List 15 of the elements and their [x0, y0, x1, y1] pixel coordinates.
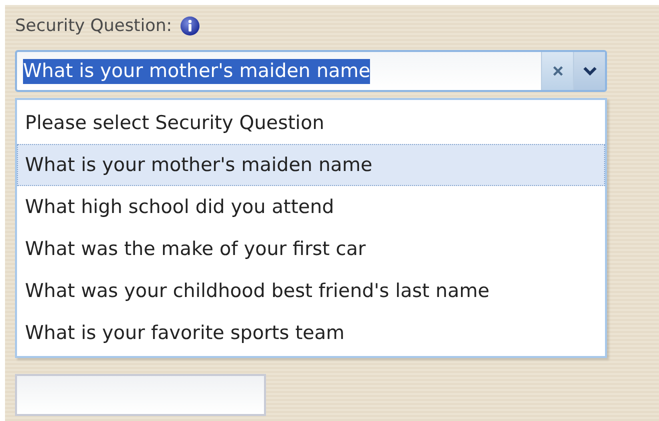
dropdown-option[interactable]: Please select Security Question — [17, 102, 605, 144]
dropdown-option[interactable]: What is your favorite sports team — [17, 312, 605, 354]
chevron-down-icon — [582, 66, 596, 76]
field-label: Security Question: — [15, 16, 172, 36]
combo-value: What is your mother's maiden name — [23, 58, 370, 84]
dropdown-option[interactable]: What was your childhood best friend's last name — [17, 270, 605, 312]
close-icon — [552, 65, 564, 77]
dropdown-button[interactable] — [573, 52, 605, 90]
dropdown-option[interactable]: What is your mother's maiden name — [17, 144, 605, 186]
info-icon[interactable] — [180, 16, 200, 36]
clear-button[interactable] — [541, 52, 573, 90]
dropdown-option[interactable]: What was the make of your first car — [17, 228, 605, 270]
answer-field[interactable] — [15, 374, 266, 416]
dropdown-option[interactable]: What high school did you attend — [17, 186, 605, 228]
security-question-combo[interactable]: What is your mother's maiden name — [15, 50, 607, 92]
